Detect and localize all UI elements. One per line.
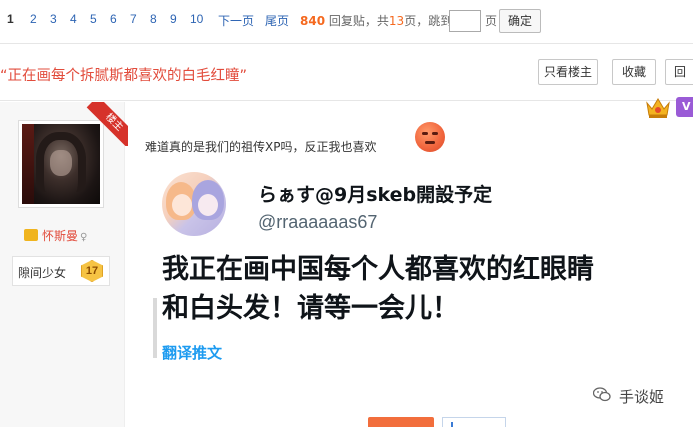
page-2-link[interactable]: 2 (30, 12, 37, 26)
action-button[interactable] (368, 417, 434, 427)
user-info-column: 怀斯曼 ♀ 隙间少女 17 (0, 102, 125, 427)
next-page-link[interactable]: 下一页 (218, 12, 254, 29)
reply-icon: 回 (674, 65, 687, 79)
thread-title: “正在画每个拆腻斯都喜欢的白毛红瞳” (0, 68, 248, 84)
tweet-author-handle: @rraaaaaas67 (258, 212, 378, 232)
page-6-link[interactable]: 6 (110, 12, 117, 26)
op-ribbon: 楼主 (84, 102, 128, 146)
reply-button[interactable]: 回 (665, 59, 693, 85)
tweet-screenshot-image[interactable]: らぁす@9月skeb開設予定 @rraaaaaas67 我正在画中国每个人都喜欢… (145, 158, 685, 370)
favorite-button[interactable]: 收藏 (612, 59, 656, 85)
page-unit-label: 页 (485, 14, 498, 28)
vip-badge-icon[interactable]: V (676, 97, 693, 117)
page-4-link[interactable]: 4 (70, 12, 77, 26)
rank-badge[interactable]: 隙间少女 17 (12, 256, 110, 286)
tweet-body-line-1: 我正在画中国每个人都喜欢的红眼睛 (162, 254, 594, 285)
reply-count-label: 回复贴，共 (328, 14, 389, 28)
reply-count-number: 840 (300, 14, 326, 28)
angry-face-emoji-icon (415, 122, 445, 152)
op-ribbon-label: 楼主 (86, 102, 128, 146)
page-10-link[interactable]: 10 (190, 12, 203, 26)
rank-level-icon: 17 (81, 260, 103, 282)
crown-icon (24, 229, 38, 241)
tweet-author-name: らぁす@9月skeb開設予定 (258, 184, 493, 206)
wechat-icon (593, 387, 611, 402)
post-text: 难道真的是我们的祖传XP吗，反正我也喜欢 (145, 140, 377, 154)
page-5-link[interactable]: 5 (90, 12, 97, 26)
share-button[interactable] (442, 417, 506, 427)
translate-tweet-link: 翻译推文 (162, 344, 223, 362)
tweet-quote-bar (153, 298, 157, 358)
page-8-link[interactable]: 8 (150, 12, 157, 26)
gender-icon: ♀ (80, 232, 88, 243)
last-page-link[interactable]: 尾页 (265, 12, 289, 29)
rank-name: 隙间少女 (18, 266, 67, 280)
page-7-link[interactable]: 7 (130, 12, 137, 26)
tweet-body: 我正在画中国每个人都喜欢的红眼睛 和白头发！请等一会儿！ (162, 250, 682, 328)
username-link[interactable]: 怀斯曼 ♀ (24, 227, 87, 244)
tweet-avatar (162, 172, 226, 236)
page-3-link[interactable]: 3 (50, 12, 57, 26)
only-op-button[interactable]: 只看楼主 (538, 59, 598, 85)
username-text: 怀斯曼 (42, 229, 79, 243)
watermark-text: 手谈姬 (619, 388, 665, 406)
page-9-link[interactable]: 9 (170, 12, 177, 26)
thread-title-bar: “正在画每个拆腻斯都喜欢的白毛红瞳” 只看楼主 收藏 回 (0, 43, 693, 101)
total-pages-suffix: 页，跳到 (404, 14, 453, 28)
share-icon (451, 422, 461, 427)
tweet-body-line-2: 和白头发！请等一会儿！ (162, 293, 459, 324)
page-jump-input[interactable] (449, 10, 481, 32)
reply-count-text: 840 回复贴，共13页，跳到 (300, 12, 452, 29)
crown-badge-icon[interactable] (645, 95, 671, 119)
total-pages-number: 13 (388, 14, 405, 28)
pagination-bar: 1 2 3 4 5 6 7 8 9 10 下一页 尾页 840 回复贴，共13页… (0, 0, 693, 42)
page-1-current: 1 (7, 12, 14, 26)
confirm-jump-button[interactable]: 确定 (499, 9, 541, 33)
